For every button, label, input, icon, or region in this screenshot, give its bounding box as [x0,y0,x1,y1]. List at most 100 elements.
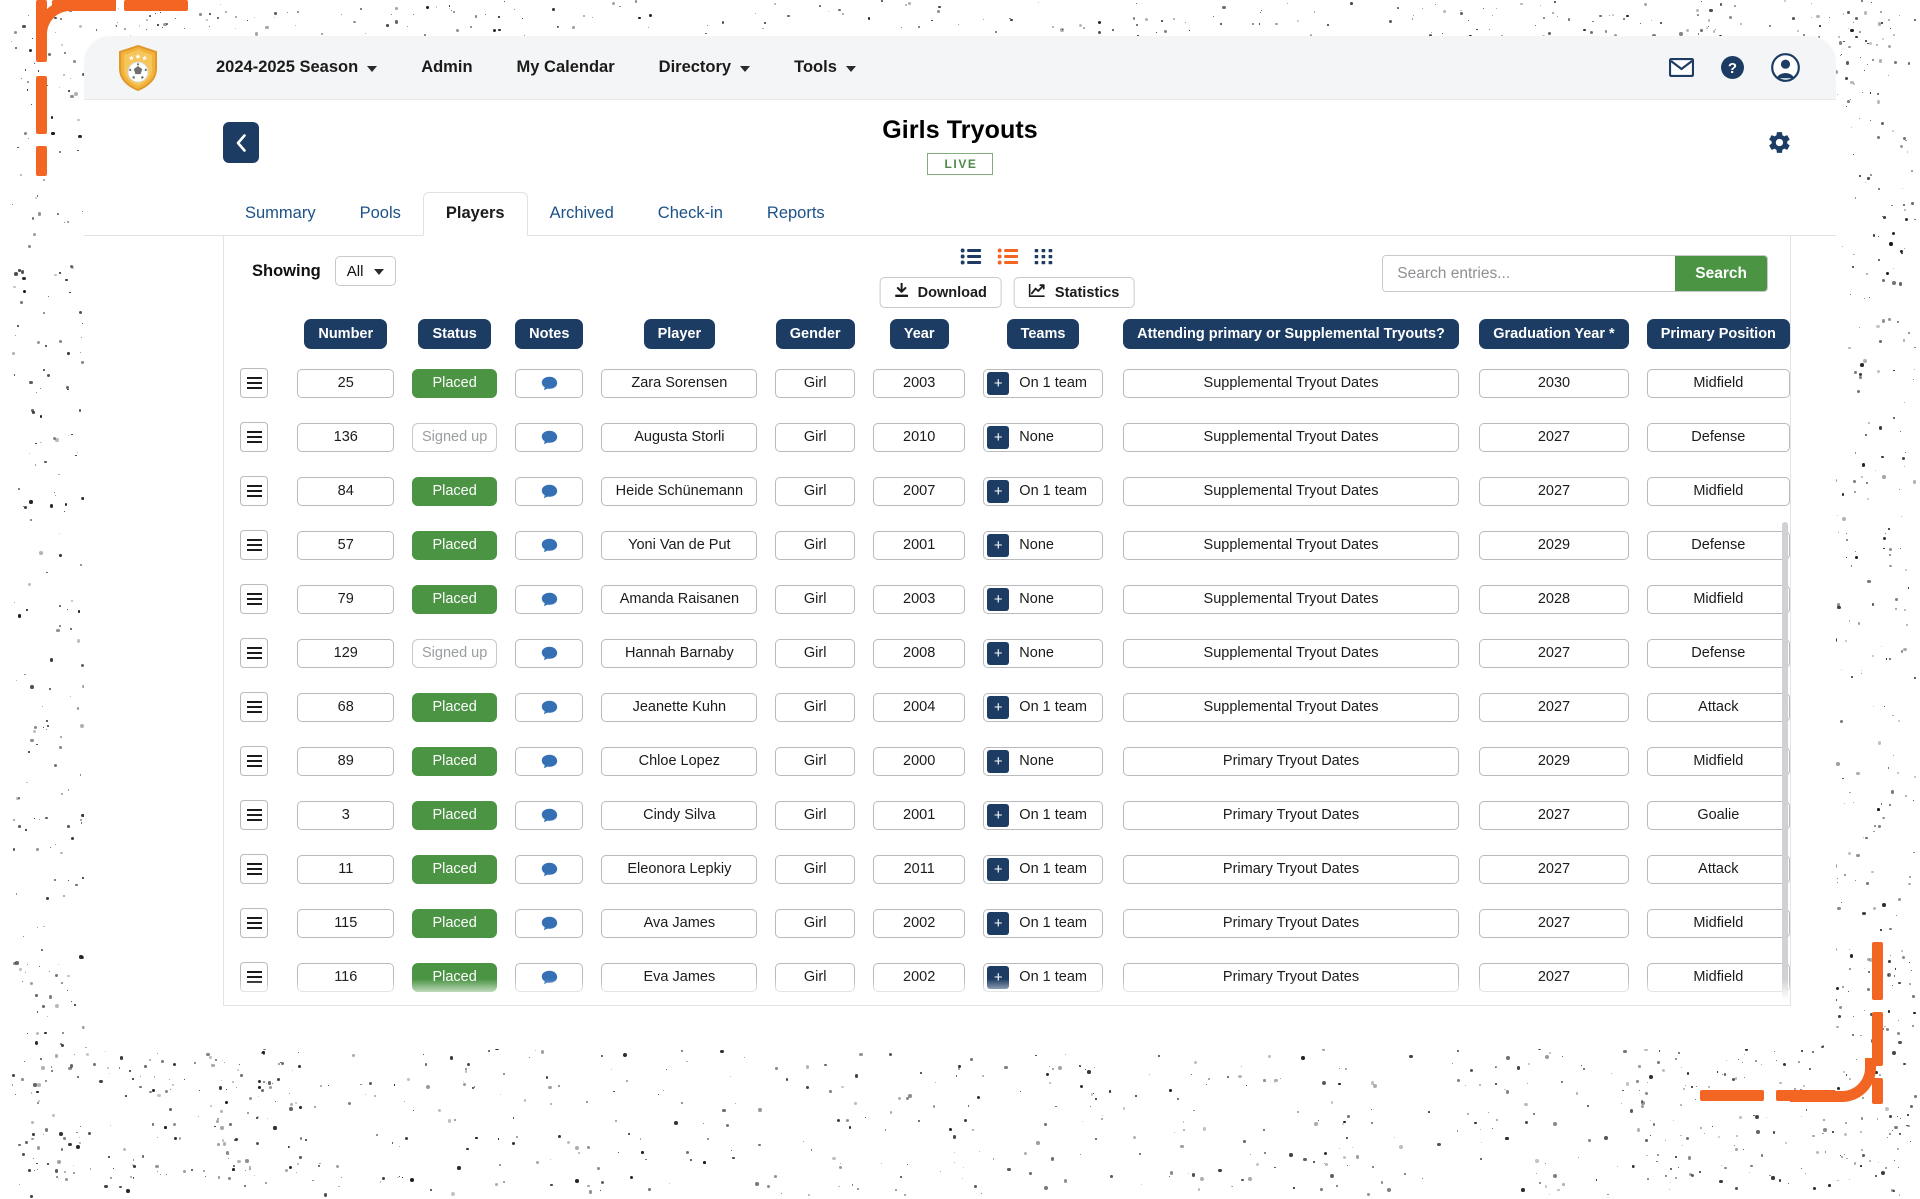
cell-notes-button[interactable] [515,369,583,398]
header-pill[interactable]: Graduation Year * [1479,319,1628,349]
cell-player[interactable]: Yoni Van de Put [601,531,757,560]
cell-attending[interactable]: Supplemental Tryout Dates [1123,477,1459,506]
cell-graduation-year[interactable]: 2027 [1479,477,1628,506]
add-team-icon[interactable]: + [987,588,1009,611]
cell-player[interactable]: Jeanette Kuhn [601,693,757,722]
cell-attending[interactable]: Supplemental Tryout Dates [1123,693,1459,722]
row-drag-handle[interactable] [240,476,268,506]
add-team-icon[interactable]: + [987,534,1009,557]
cell-primary-position[interactable]: Attack [1647,855,1790,884]
cell-year[interactable]: 2011 [873,855,965,884]
cell-teams[interactable]: + On 1 team [983,855,1102,884]
row-drag-handle[interactable] [240,530,268,560]
cell-notes-button[interactable] [515,747,583,776]
cell-year[interactable]: 2008 [873,639,965,668]
cell-player[interactable]: Ava James [601,909,757,938]
cell-notes-button[interactable] [515,909,583,938]
cell-graduation-year[interactable]: 2030 [1479,369,1628,398]
cell-attending[interactable]: Primary Tryout Dates [1123,747,1459,776]
add-team-icon[interactable]: + [987,804,1009,827]
cell-status[interactable]: Placed [412,585,497,614]
cell-attending[interactable]: Supplemental Tryout Dates [1123,531,1459,560]
cell-number[interactable]: 89 [297,747,394,776]
header-pill[interactable]: Number [304,319,387,349]
cell-player[interactable]: Heide Schünemann [601,477,757,506]
cell-attending[interactable]: Primary Tryout Dates [1123,801,1459,830]
cell-number[interactable]: 3 [297,801,394,830]
tab-pools[interactable]: Pools [338,204,423,235]
cell-status[interactable]: Placed [412,477,497,506]
cell-teams[interactable]: + None [983,531,1102,560]
cell-notes-button[interactable] [515,531,583,560]
row-drag-handle[interactable] [240,962,268,992]
cell-attending[interactable]: Primary Tryout Dates [1123,855,1459,884]
nav-item-tools[interactable]: Tools [772,58,878,77]
cell-number[interactable]: 79 [297,585,394,614]
cell-number[interactable]: 116 [297,963,394,992]
cell-number[interactable]: 68 [297,693,394,722]
cell-graduation-year[interactable]: 2027 [1479,639,1628,668]
cell-primary-position[interactable]: Midfield [1647,963,1790,992]
cell-year[interactable]: 2007 [873,477,965,506]
cell-attending[interactable]: Primary Tryout Dates [1123,963,1459,992]
row-drag-handle[interactable] [240,638,268,668]
add-team-icon[interactable]: + [987,426,1009,449]
tab-archived[interactable]: Archived [528,204,636,235]
row-drag-handle[interactable] [240,692,268,722]
cell-status[interactable]: Signed up [412,639,497,668]
cell-teams[interactable]: + None [983,747,1102,776]
cell-year[interactable]: 2001 [873,531,965,560]
row-drag-handle[interactable] [240,854,268,884]
vertical-scrollbar[interactable] [1782,522,1788,1006]
add-team-icon[interactable]: + [987,912,1009,935]
cell-status[interactable]: Placed [412,369,497,398]
cell-teams[interactable]: + On 1 team [983,369,1102,398]
cell-teams[interactable]: + On 1 team [983,477,1102,506]
header-pill[interactable]: Attending primary or Supplemental Tryout… [1123,319,1459,349]
cell-status[interactable]: Placed [412,531,497,560]
cell-notes-button[interactable] [515,693,583,722]
cell-graduation-year[interactable]: 2029 [1479,531,1628,560]
cell-primary-position[interactable]: Midfield [1647,369,1790,398]
cell-gender[interactable]: Girl [775,747,855,776]
cell-attending[interactable]: Supplemental Tryout Dates [1123,639,1459,668]
cell-year[interactable]: 2000 [873,747,965,776]
row-drag-handle[interactable] [240,800,268,830]
cell-player[interactable]: Chloe Lopez [601,747,757,776]
user-avatar-icon[interactable] [1771,53,1800,82]
cell-teams[interactable]: + On 1 team [983,693,1102,722]
cell-status[interactable]: Placed [412,963,497,992]
cell-year[interactable]: 2002 [873,963,965,992]
cell-teams[interactable]: + On 1 team [983,909,1102,938]
cell-gender[interactable]: Girl [775,963,855,992]
cell-notes-button[interactable] [515,585,583,614]
cell-primary-position[interactable]: Defense [1647,423,1790,452]
cell-teams[interactable]: + None [983,423,1102,452]
cell-notes-button[interactable] [515,801,583,830]
cell-primary-position[interactable]: Goalie [1647,801,1790,830]
header-pill[interactable]: Primary Position [1647,319,1790,349]
cell-primary-position[interactable]: Midfield [1647,909,1790,938]
cell-number[interactable]: 84 [297,477,394,506]
cell-primary-position[interactable]: Defense [1647,531,1790,560]
row-drag-handle[interactable] [240,746,268,776]
settings-button[interactable] [1767,130,1792,160]
cell-number[interactable]: 129 [297,639,394,668]
cell-attending[interactable]: Supplemental Tryout Dates [1123,585,1459,614]
row-drag-handle[interactable] [240,908,268,938]
cell-number[interactable]: 25 [297,369,394,398]
cell-number[interactable]: 136 [297,423,394,452]
cell-player[interactable]: Cindy Silva [601,801,757,830]
showing-select[interactable]: All [335,256,397,286]
tab-check-in[interactable]: Check-in [636,204,745,235]
tab-summary[interactable]: Summary [223,204,338,235]
cell-player[interactable]: Eleonora Lepkiy [601,855,757,884]
cell-number[interactable]: 115 [297,909,394,938]
cell-notes-button[interactable] [515,963,583,992]
add-team-icon[interactable]: + [987,372,1009,395]
header-pill[interactable]: Gender [776,319,855,349]
cell-graduation-year[interactable]: 2027 [1479,801,1628,830]
header-pill[interactable]: Notes [515,319,583,349]
nav-item-directory[interactable]: Directory [637,58,772,77]
cell-notes-button[interactable] [515,639,583,668]
